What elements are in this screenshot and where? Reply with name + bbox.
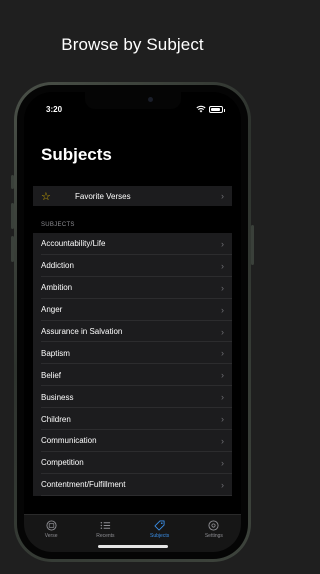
- tab-settings[interactable]: Settings: [187, 520, 241, 552]
- tab-label: Verse: [44, 533, 58, 539]
- phone-bezel: 3:20 Subjects ☆ Favorite Verses › SUBJEC…: [17, 85, 248, 559]
- favorite-verses-label: Favorite Verses: [75, 191, 131, 201]
- chevron-right-icon: ›: [221, 370, 224, 381]
- list-item[interactable]: Competition ›: [33, 452, 232, 474]
- chevron-right-icon: ›: [221, 326, 224, 337]
- list-item-label: Addiction: [41, 261, 74, 271]
- status-bar: 3:20: [24, 92, 241, 120]
- section-header: SUBJECTS: [41, 222, 75, 228]
- list-item[interactable]: Contentment/Fulfillment ›: [33, 474, 232, 496]
- home-indicator[interactable]: [97, 545, 168, 548]
- chevron-right-icon: ›: [221, 304, 224, 315]
- app-screen: 3:20 Subjects ☆ Favorite Verses › SUBJEC…: [24, 92, 241, 552]
- chevron-right-icon: ›: [221, 392, 224, 403]
- list-item[interactable]: Anger ›: [33, 299, 232, 321]
- phone-frame: 3:20 Subjects ☆ Favorite Verses › SUBJEC…: [14, 82, 251, 562]
- chevron-right-icon: ›: [221, 348, 224, 359]
- chevron-right-icon: ›: [221, 191, 224, 201]
- list-item-label: Children: [41, 414, 71, 424]
- status-icons: [196, 105, 225, 113]
- chevron-right-icon: ›: [221, 260, 224, 271]
- chevron-right-icon: ›: [221, 479, 224, 490]
- list-item[interactable]: Business ›: [33, 386, 232, 409]
- list-item[interactable]: Addiction ›: [33, 255, 232, 277]
- chevron-right-icon: ›: [221, 282, 224, 293]
- list-item-label: Belief: [41, 370, 62, 380]
- list-item[interactable]: Children ›: [33, 408, 232, 430]
- status-time: 3:20: [46, 104, 63, 114]
- chevron-right-icon: ›: [221, 238, 224, 249]
- tab-label: Recents: [96, 533, 115, 539]
- list-item-label: Ambition: [41, 283, 73, 293]
- list-item-label: Business: [41, 392, 74, 402]
- chevron-right-icon: ›: [221, 435, 224, 446]
- list-item[interactable]: Ambition ›: [33, 277, 232, 299]
- list-item-label: Anger: [41, 305, 63, 315]
- list-item[interactable]: Assurance in Salvation ›: [33, 321, 232, 343]
- tab-label: Settings: [204, 533, 223, 539]
- subjects-list: Accountability/Life › Addiction › Ambition…: [33, 233, 232, 496]
- list-item-label: Contentment/Fulfillment: [41, 480, 126, 490]
- chevron-right-icon: ›: [221, 414, 224, 425]
- list-item-label: Competition: [41, 458, 84, 468]
- list-item[interactable]: Communication ›: [33, 430, 232, 452]
- list-item[interactable]: Belief ›: [33, 364, 232, 387]
- list-item-label: Baptism: [41, 348, 70, 358]
- list-icon: [100, 522, 110, 529]
- list-item-label: Accountability/Life: [41, 239, 106, 249]
- battery-icon: [209, 105, 225, 113]
- favorite-verses-row[interactable]: ☆ Favorite Verses ›: [33, 186, 232, 206]
- wifi-icon: [196, 105, 206, 113]
- list-item[interactable]: Baptism ›: [33, 342, 232, 365]
- headline: Browse by Subject: [61, 35, 204, 54]
- tab-verse[interactable]: Verse: [24, 520, 78, 552]
- power-button: [251, 225, 254, 265]
- list-item[interactable]: Accountability/Life ›: [33, 233, 232, 255]
- star-outline-icon: ☆: [41, 190, 51, 203]
- tab-label: Subjects: [150, 533, 170, 539]
- list-item-label: Assurance in Salvation: [41, 327, 123, 336]
- list-item-label: Communication: [41, 436, 97, 446]
- gear-icon: [208, 520, 219, 531]
- page-title: Subjects: [41, 145, 112, 164]
- verse-icon: [46, 520, 57, 531]
- chevron-right-icon: ›: [221, 457, 224, 468]
- tag-icon: [154, 520, 165, 531]
